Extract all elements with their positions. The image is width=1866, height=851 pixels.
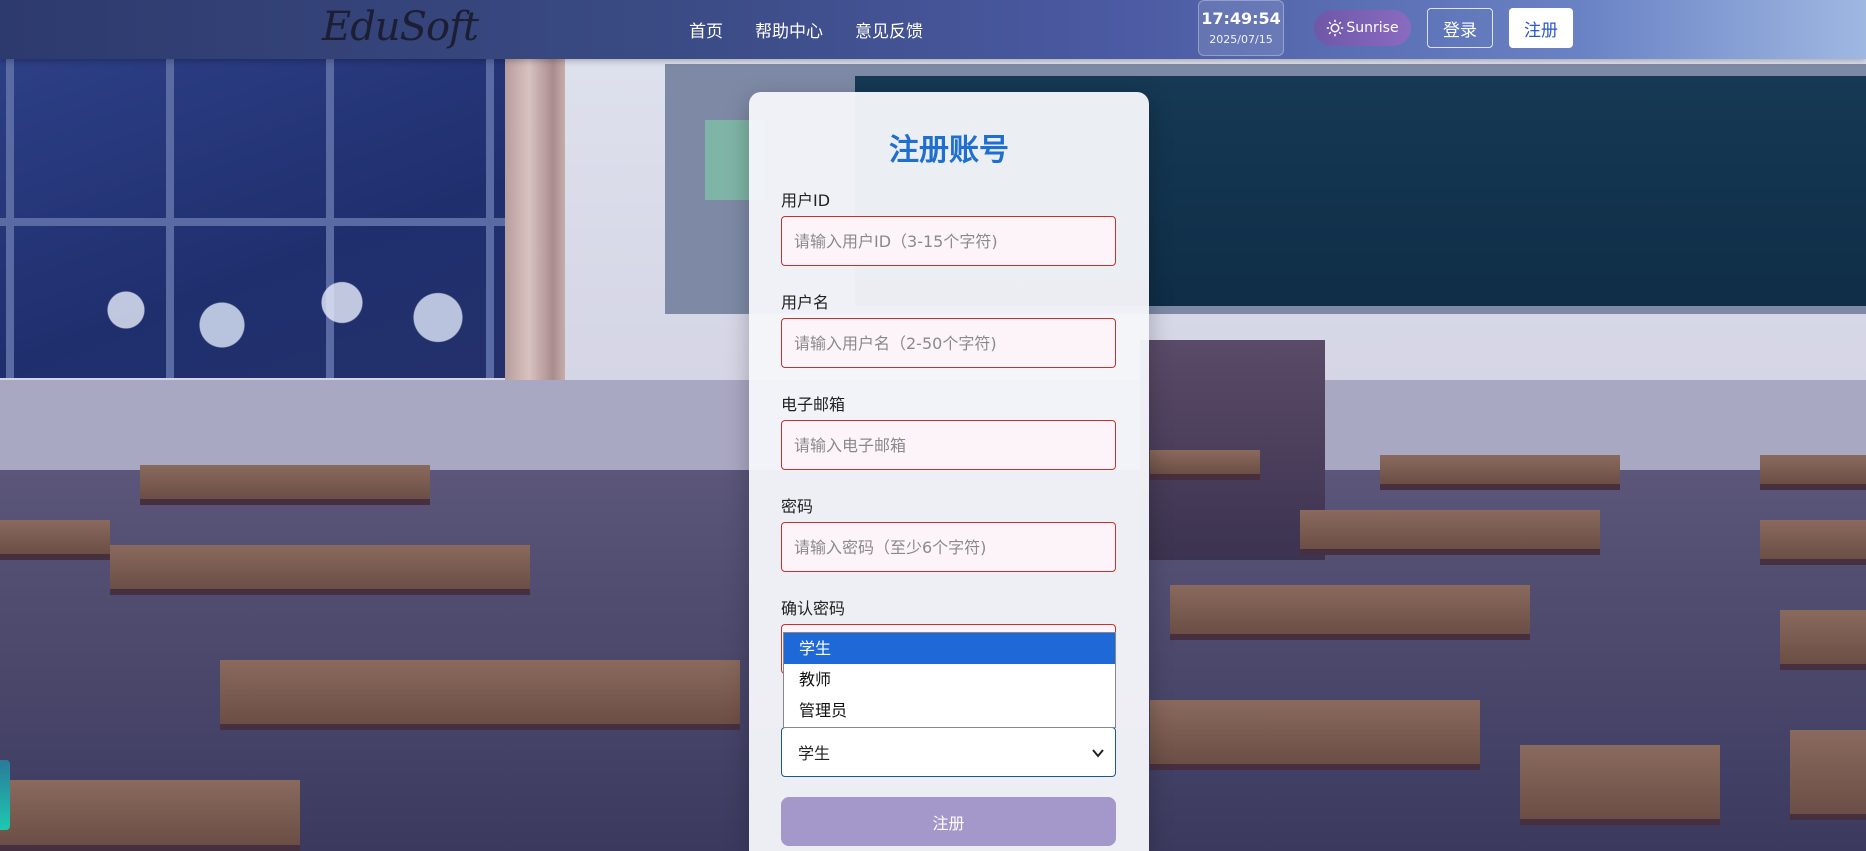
role-option-admin[interactable]: 管理员 — [784, 695, 1115, 726]
curtain — [505, 58, 565, 428]
desk — [1150, 700, 1480, 770]
sun-icon — [1326, 19, 1344, 37]
password-label: 密码 — [781, 497, 814, 516]
desk — [1380, 455, 1620, 490]
desk — [140, 465, 430, 505]
desk — [1790, 730, 1866, 820]
desk — [0, 780, 300, 851]
theme-label: Sunrise — [1346, 20, 1399, 36]
username-input[interactable] — [781, 318, 1116, 368]
role-option-student[interactable]: 学生 — [784, 633, 1115, 664]
logo[interactable]: EduSoft — [322, 4, 479, 50]
clock-date: 2025/07/15 — [1209, 33, 1273, 46]
desk — [1170, 585, 1530, 640]
nav-help-center[interactable]: 帮助中心 — [755, 17, 823, 42]
clock: 17:49:54 2025/07/15 — [1198, 0, 1284, 56]
desk — [0, 520, 110, 560]
register-nav-button[interactable]: 注册 — [1509, 8, 1573, 48]
nav-feedback[interactable]: 意见反馈 — [855, 17, 923, 42]
role-option-teacher[interactable]: 教师 — [784, 664, 1115, 695]
login-button[interactable]: 登录 — [1427, 8, 1493, 48]
top-navbar: EduSoft 首页 帮助中心 意见反馈 17:49:54 2025/07/15… — [0, 0, 1866, 59]
role-select-value: 学生 — [798, 744, 831, 763]
form-title: 注册账号 — [889, 133, 1009, 168]
email-input[interactable] — [781, 420, 1116, 470]
desk — [1760, 455, 1866, 490]
user-id-input[interactable] — [781, 216, 1116, 266]
desk — [110, 545, 530, 595]
nav-home[interactable]: 首页 — [689, 17, 723, 42]
theme-toggle-button[interactable]: Sunrise — [1314, 10, 1411, 46]
email-label: 电子邮箱 — [781, 395, 846, 414]
password-input[interactable] — [781, 522, 1116, 572]
desk — [1300, 510, 1600, 555]
submit-register-button[interactable]: 注册 — [781, 797, 1116, 846]
desk — [1520, 745, 1720, 825]
username-label: 用户名 — [781, 293, 830, 312]
role-select[interactable]: 学生 — [781, 727, 1116, 777]
role-dropdown-list: 学生 教师 管理员 — [783, 632, 1116, 728]
desk — [1760, 520, 1866, 565]
register-card: 注册账号 用户ID 用户名 电子邮箱 密码 确认密码 学生 教师 管理员 学生 … — [749, 92, 1149, 851]
user-id-label: 用户ID — [781, 191, 831, 210]
chevron-down-icon — [1091, 745, 1105, 759]
desk — [220, 660, 740, 730]
side-indicator — [0, 760, 10, 830]
clock-time: 17:49:54 — [1201, 9, 1281, 28]
desk — [1150, 450, 1260, 480]
nav-links: 首页 帮助中心 意见反馈 — [689, 17, 923, 42]
snow-decoration — [30, 220, 510, 370]
desk — [1780, 610, 1866, 670]
confirm-password-label: 确认密码 — [781, 599, 846, 618]
